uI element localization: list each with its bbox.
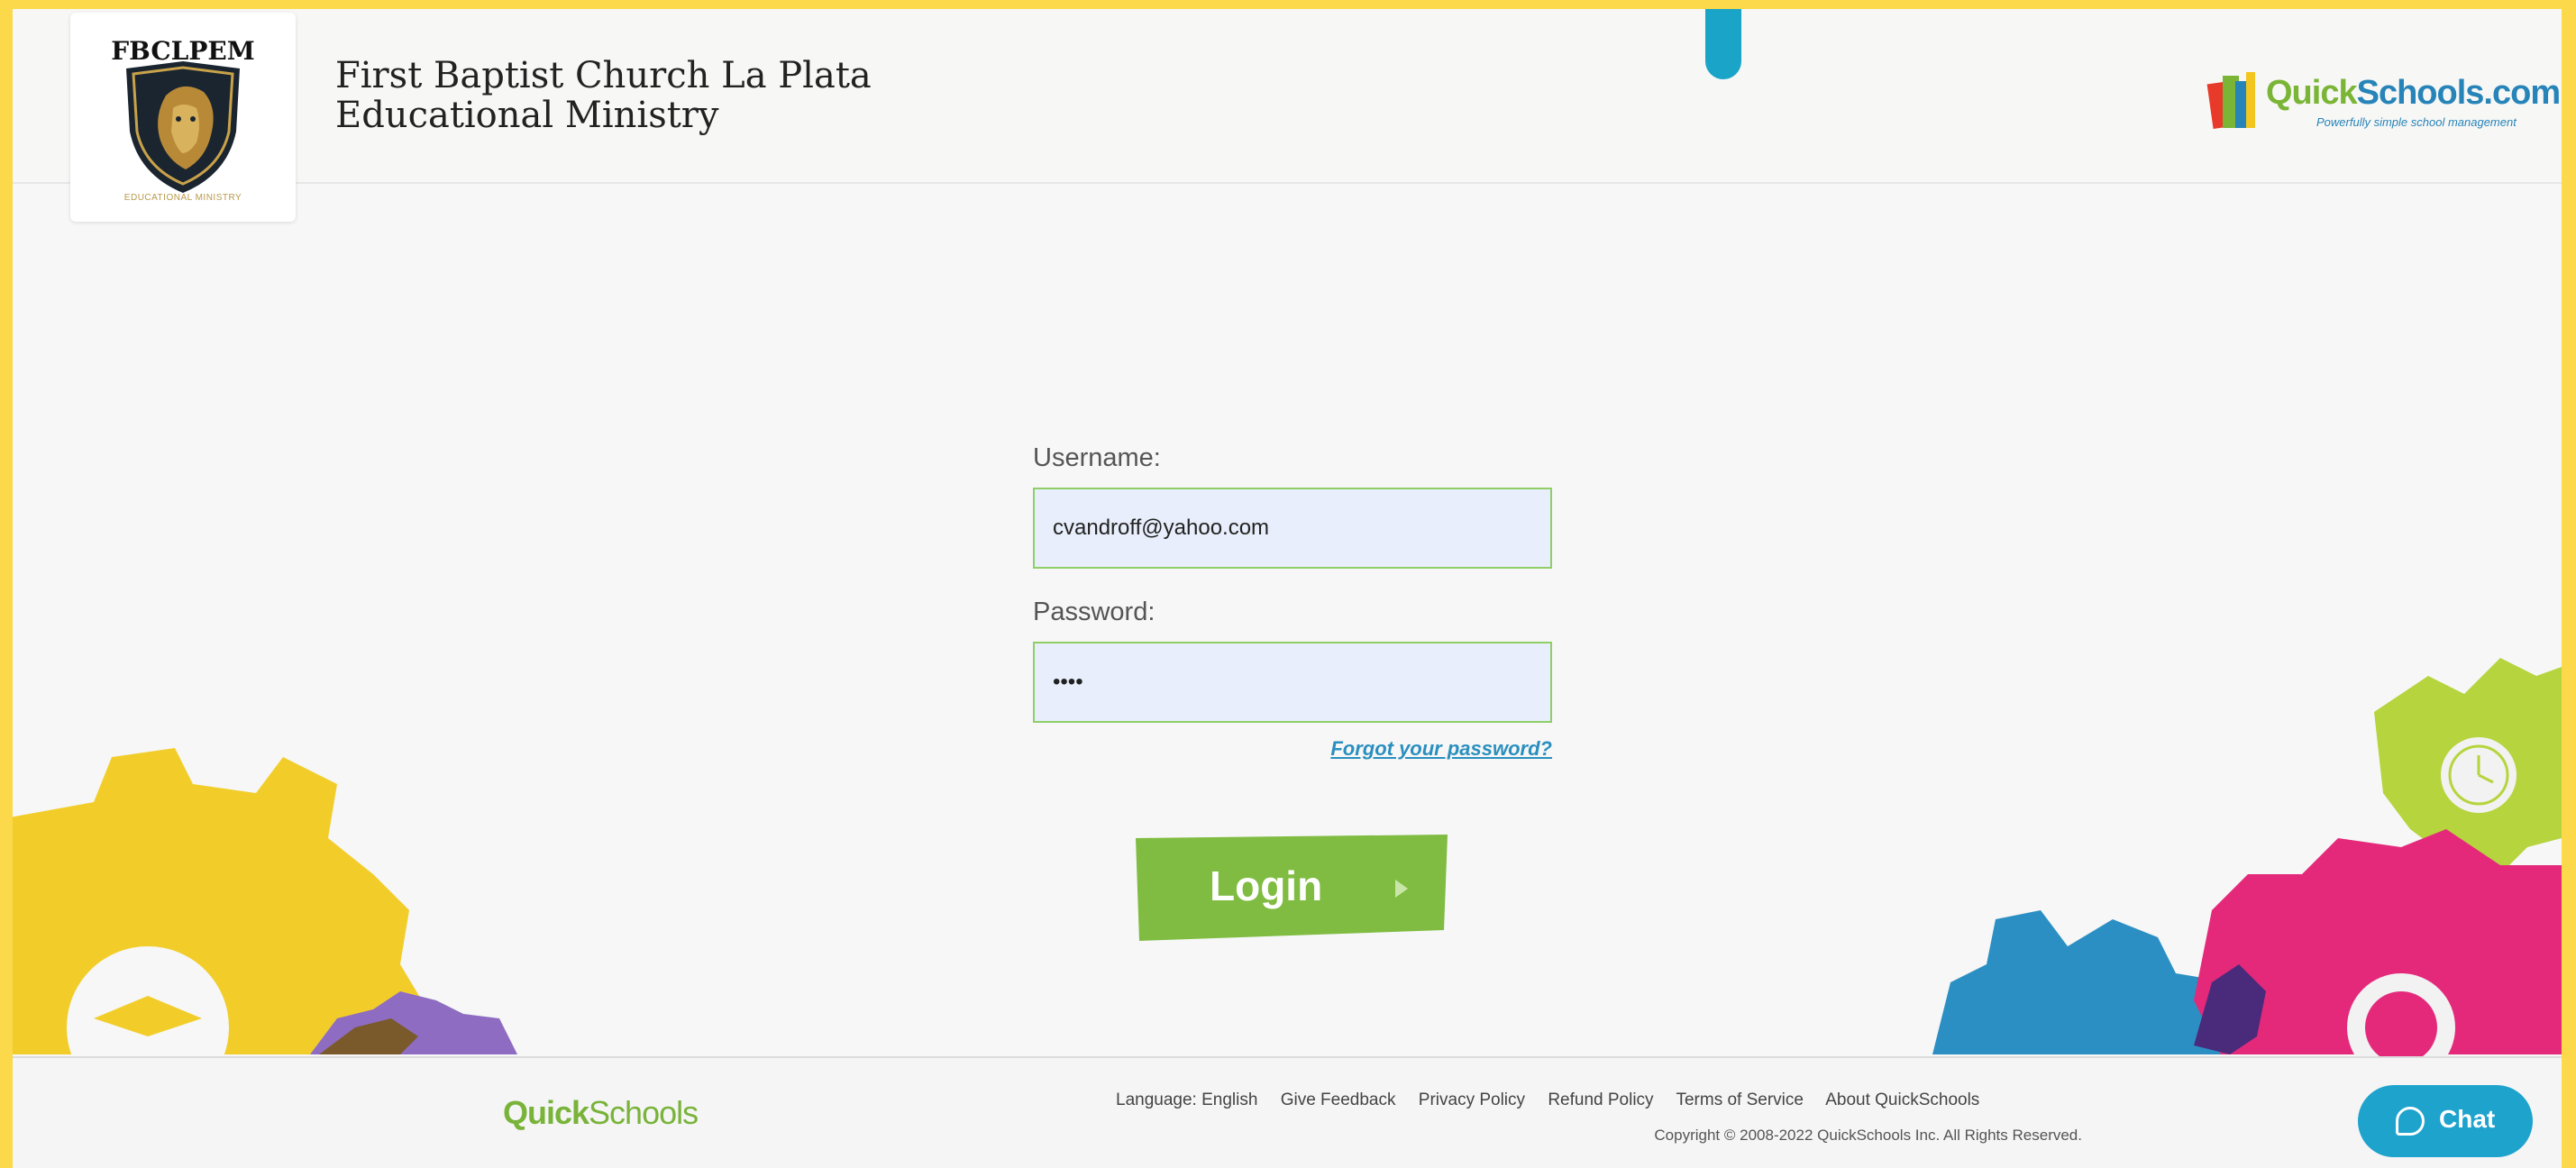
terms-of-service-link[interactable]: Terms of Service	[1676, 1090, 1803, 1109]
brand-quick: Quick	[2266, 74, 2358, 112]
username-label: Username:	[1033, 443, 1161, 472]
header: First Baptist Church La Plata Educationa…	[13, 9, 2562, 184]
copyright: Copyright © 2008-2022 QuickSchools Inc. …	[1654, 1127, 2082, 1144]
language-link[interactable]: Language: English	[1116, 1090, 1257, 1109]
chat-button[interactable]: Chat	[2358, 1085, 2533, 1157]
school-logo[interactable]: FBCLPEM EDUCATIONAL MINISTRY	[70, 13, 296, 222]
footer-logo-schools: Schools	[589, 1094, 699, 1131]
login-form: Username: Password: Forgot your password…	[1033, 443, 1556, 761]
about-quickschools-link[interactable]: About QuickSchools	[1825, 1090, 1979, 1109]
school-name-line1: First Baptist Church La Plata	[335, 55, 872, 96]
brand-name: QuickSchools.com	[2266, 74, 2561, 113]
footer-quickschools-logo[interactable]: QuickSchools	[503, 1094, 699, 1132]
brand-tagline: Powerfully simple school management	[2316, 115, 2517, 129]
green-gear-icon	[2374, 658, 2562, 874]
school-name-line2: Educational Ministry	[335, 95, 719, 136]
blue-gear-icon	[1932, 910, 2239, 1054]
privacy-policy-link[interactable]: Privacy Policy	[1419, 1090, 1525, 1109]
play-arrow-icon	[1395, 880, 1408, 898]
page-frame: First Baptist Church La Plata Educationa…	[13, 9, 2562, 1168]
login-button[interactable]: Login	[1132, 835, 1451, 941]
lion-shield-icon	[126, 61, 240, 193]
logo-subtitle: EDUCATIONAL MINISTRY	[123, 193, 242, 203]
decorative-drip	[1705, 9, 1741, 79]
password-input[interactable]	[1033, 642, 1552, 723]
login-label: Login	[1210, 862, 1323, 909]
chat-label: Chat	[2439, 1105, 2496, 1133]
quickschools-books-icon	[2206, 72, 2255, 130]
footer-logo-quick: Quick	[503, 1094, 589, 1131]
footer-links: Language: English Give Feedback Privacy …	[1116, 1090, 1979, 1110]
username-input[interactable]	[1033, 488, 1552, 569]
brand-schools: Schools.com	[2356, 74, 2561, 112]
give-feedback-link[interactable]: Give Feedback	[1281, 1090, 1396, 1109]
refund-policy-link[interactable]: Refund Policy	[1548, 1090, 1653, 1109]
password-label: Password:	[1033, 598, 1156, 626]
forgot-password-link[interactable]: Forgot your password?	[1033, 737, 1552, 761]
pink-gear-icon	[2194, 829, 2562, 1081]
school-name: First Baptist Church La Plata Educationa…	[335, 56, 872, 135]
footer: QuickSchools Language: English Give Feed…	[13, 1056, 2562, 1168]
chat-bubble-icon	[2396, 1107, 2425, 1136]
quickschools-brand-logo[interactable]: QuickSchools.com Powerfully simple schoo…	[2194, 68, 2561, 133]
